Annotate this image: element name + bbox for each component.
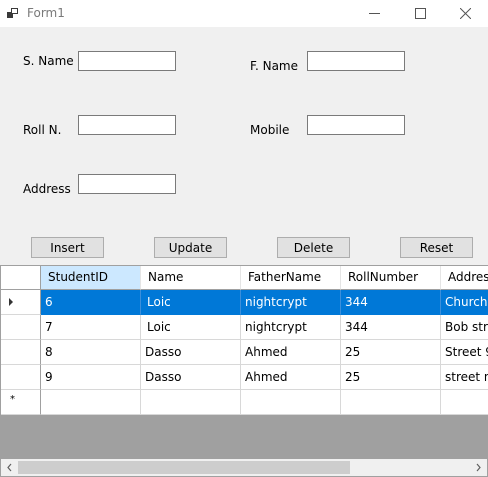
close-icon — [459, 8, 471, 19]
column-header-studentid[interactable]: StudentID — [41, 266, 141, 290]
new-row[interactable]: * — [1, 390, 488, 415]
column-header-fathername[interactable]: FatherName — [241, 266, 341, 290]
minimize-button[interactable] — [351, 0, 397, 27]
table-cell[interactable] — [141, 390, 241, 415]
table-cell[interactable]: Loic — [141, 315, 241, 340]
grid-header-row: StudentID Name FatherName RollNumber Add… — [1, 266, 488, 291]
address-input[interactable] — [78, 174, 176, 194]
table-row[interactable]: 7 Loic nightcrypt 344 Bob stre — [1, 315, 488, 340]
students-grid[interactable]: StudentID Name FatherName RollNumber Add… — [0, 265, 488, 477]
new-row-marker: * — [10, 394, 15, 405]
maximize-button[interactable] — [397, 0, 443, 27]
grid-empty-area — [1, 415, 487, 459]
roll-input[interactable] — [78, 115, 176, 135]
table-cell[interactable] — [441, 390, 488, 415]
sname-input[interactable] — [78, 51, 176, 71]
delete-button[interactable]: Delete — [277, 237, 350, 258]
table-cell[interactable]: Loic — [141, 290, 241, 315]
table-cell[interactable]: 25 — [341, 340, 441, 365]
horizontal-scrollbar[interactable] — [1, 459, 487, 476]
table-cell[interactable]: 25 — [341, 365, 441, 390]
row-header[interactable] — [1, 365, 41, 390]
chevron-left-icon — [7, 463, 12, 472]
grid-corner[interactable] — [1, 266, 41, 290]
table-cell[interactable]: Dasso — [141, 340, 241, 365]
close-button[interactable] — [442, 0, 488, 27]
minimize-icon — [368, 13, 380, 14]
table-cell[interactable]: Dasso — [141, 365, 241, 390]
roll-label: Roll N. — [23, 123, 62, 137]
app-icon — [7, 8, 18, 18]
maximize-icon — [414, 8, 426, 19]
scroll-thumb[interactable] — [18, 461, 350, 474]
window-title: Form1 — [27, 6, 65, 20]
mobile-label: Mobile — [250, 123, 290, 137]
update-button[interactable]: Update — [154, 237, 227, 258]
column-header-address[interactable]: Address — [441, 266, 488, 290]
chevron-right-icon — [476, 463, 481, 472]
column-header-name[interactable]: Name — [141, 266, 241, 290]
sname-label: S. Name — [23, 54, 74, 68]
table-cell[interactable]: 344 — [341, 315, 441, 340]
table-cell[interactable]: Church — [441, 290, 488, 315]
table-cell[interactable] — [41, 390, 141, 415]
table-cell[interactable]: 8 — [41, 340, 141, 365]
fname-label: F. Name — [250, 59, 299, 73]
table-cell[interactable] — [341, 390, 441, 415]
table-cell[interactable]: Ahmed — [241, 365, 341, 390]
table-cell[interactable]: nightcrypt — [241, 290, 341, 315]
table-cell[interactable]: 6 — [41, 290, 141, 315]
fname-input[interactable] — [307, 51, 405, 71]
row-header[interactable] — [1, 315, 41, 340]
table-cell[interactable]: 7 — [41, 315, 141, 340]
scroll-left-button[interactable] — [1, 459, 18, 476]
table-cell[interactable]: 344 — [341, 290, 441, 315]
table-cell[interactable]: Bob stre — [441, 315, 488, 340]
current-row-arrow-icon — [9, 298, 13, 306]
row-header[interactable] — [1, 290, 41, 315]
table-row[interactable]: 9 Dasso Ahmed 25 street n — [1, 365, 488, 390]
address-label: Address — [23, 182, 71, 196]
reset-button[interactable]: Reset — [400, 237, 473, 258]
table-cell[interactable]: 9 — [41, 365, 141, 390]
table-row[interactable]: 6 Loic nightcrypt 344 Church — [1, 290, 488, 315]
column-header-rollnumber[interactable]: RollNumber — [341, 266, 441, 290]
title-bar[interactable]: Form1 — [0, 0, 488, 27]
insert-button[interactable]: Insert — [31, 237, 104, 258]
table-cell[interactable]: nightcrypt — [241, 315, 341, 340]
table-cell[interactable] — [241, 390, 341, 415]
row-header[interactable]: * — [1, 390, 41, 415]
table-cell[interactable]: street n — [441, 365, 488, 390]
row-header[interactable] — [1, 340, 41, 365]
scroll-right-button[interactable] — [470, 459, 487, 476]
table-row[interactable]: 8 Dasso Ahmed 25 Street 9 — [1, 340, 488, 365]
mobile-input[interactable] — [307, 115, 405, 135]
table-cell[interactable]: Ahmed — [241, 340, 341, 365]
table-cell[interactable]: Street 9 — [441, 340, 488, 365]
